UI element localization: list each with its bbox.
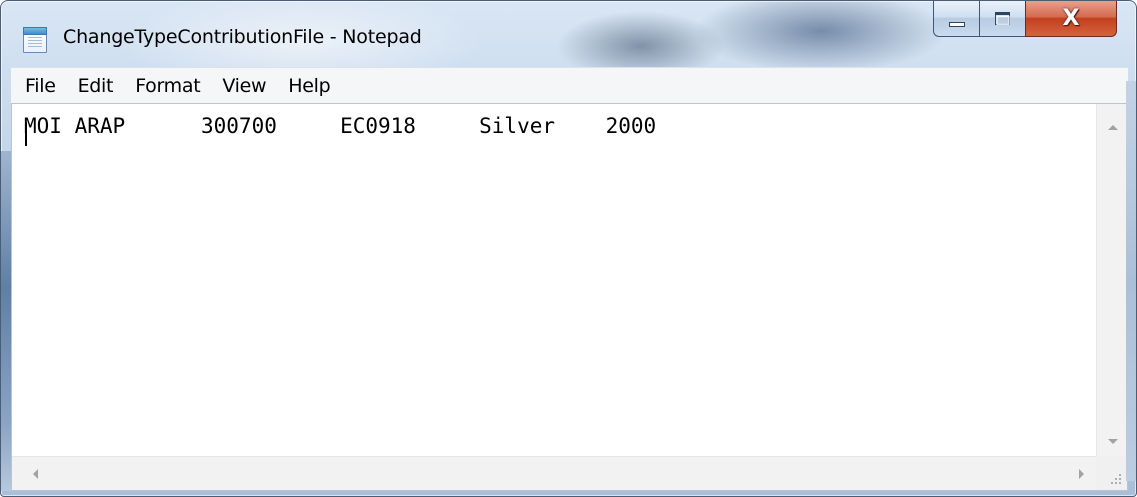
- window-title: ChangeTypeContributionFile - Notepad: [63, 26, 422, 48]
- grip-dot: [1115, 482, 1117, 484]
- close-icon: X: [1062, 5, 1080, 31]
- size-grip[interactable]: [1096, 456, 1127, 490]
- grip-dot: [1111, 482, 1113, 484]
- close-button[interactable]: X: [1025, 1, 1117, 37]
- grip-dot: [1115, 478, 1117, 480]
- text-caret: [25, 122, 27, 146]
- arrow-right-icon: [1079, 469, 1084, 479]
- minimize-icon: [948, 22, 965, 27]
- notepad-window: ChangeTypeContributionFile - Notepad X F…: [0, 0, 1137, 497]
- scroll-left-button[interactable]: [20, 457, 51, 491]
- text-editor[interactable]: MOI ARAP 300700 EC0918 Silver 2000: [12, 104, 1097, 456]
- grip-dot: [1119, 474, 1121, 476]
- scroll-up-button[interactable]: [1097, 112, 1128, 142]
- menu-edit[interactable]: Edit: [78, 75, 114, 97]
- minimize-button[interactable]: [933, 1, 979, 37]
- horizontal-scrollbar[interactable]: [12, 456, 1097, 490]
- scroll-right-button[interactable]: [1066, 457, 1097, 491]
- maximize-button[interactable]: [979, 1, 1025, 37]
- maximize-icon: [995, 12, 1010, 25]
- menu-format[interactable]: Format: [135, 75, 200, 97]
- grip-dot: [1119, 482, 1121, 484]
- notepad-icon[interactable]: [23, 27, 47, 53]
- scroll-down-button[interactable]: [1097, 426, 1128, 456]
- menu-view[interactable]: View: [222, 75, 266, 97]
- grip-dot: [1119, 478, 1121, 480]
- arrow-left-icon: [33, 469, 38, 479]
- arrow-up-icon: [1107, 124, 1118, 130]
- vertical-scrollbar[interactable]: [1096, 104, 1127, 456]
- menu-bar: File Edit Format View Help: [11, 67, 1128, 103]
- arrow-down-icon: [1107, 438, 1118, 444]
- caption-buttons: X: [933, 1, 1117, 37]
- menu-file[interactable]: File: [25, 75, 56, 97]
- editor-area: MOI ARAP 300700 EC0918 Silver 2000: [11, 103, 1128, 491]
- menu-help[interactable]: Help: [288, 75, 330, 97]
